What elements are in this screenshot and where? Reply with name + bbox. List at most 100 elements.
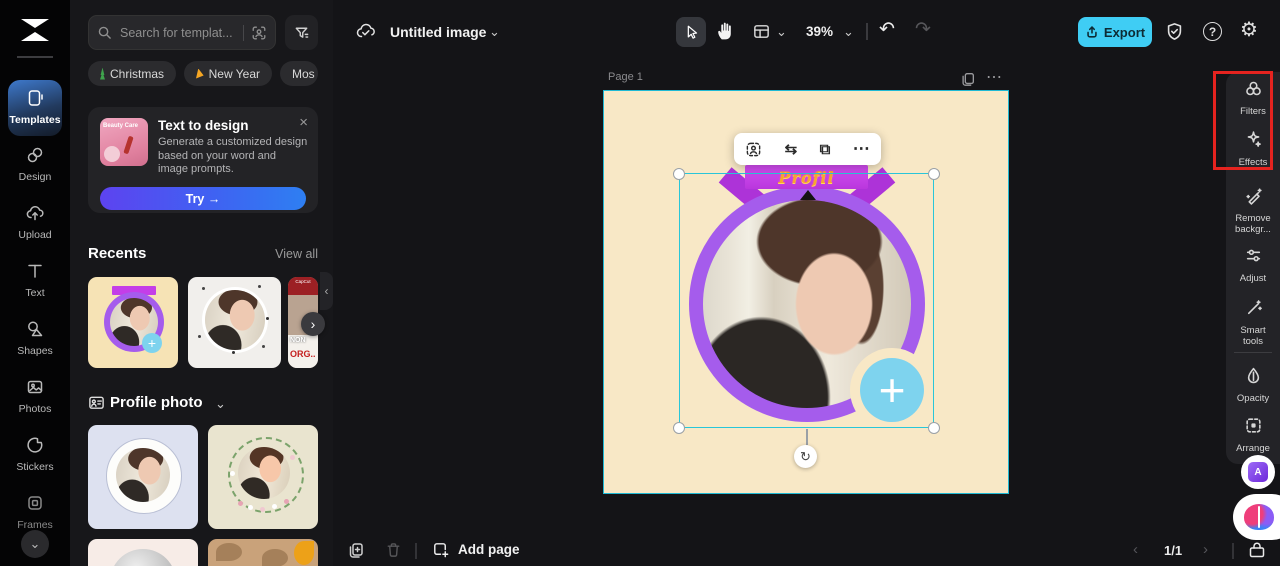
translate-badge[interactable]: A — [1241, 455, 1275, 489]
sidebar-item-label: Stickers — [16, 461, 54, 473]
crop-portrait-icon[interactable] — [745, 141, 762, 158]
selection-handle-nw[interactable] — [673, 168, 685, 180]
view-all-link[interactable]: View all — [275, 247, 318, 261]
selection-handle-ne[interactable] — [928, 168, 940, 180]
promo-description: Generate a customized design based on yo… — [158, 136, 308, 175]
funnel-icon — [295, 27, 309, 38]
sidebar-item-text[interactable]: Text — [0, 261, 70, 299]
replace-icon[interactable]: ⇆ — [785, 140, 798, 158]
duplicate-page-icon[interactable] — [960, 71, 976, 87]
publish-box-icon[interactable] — [1247, 540, 1267, 560]
add-page-icon — [434, 543, 449, 558]
chevron-down-icon[interactable]: ⌄ — [843, 24, 854, 40]
chevron-down-icon[interactable]: ⌄ — [489, 24, 500, 40]
templates-icon — [28, 90, 43, 106]
promo-thumb-label: Beauty Care — [103, 123, 139, 129]
tool-opacity[interactable]: Opacity — [1226, 366, 1280, 404]
selection-handle-se[interactable] — [928, 422, 940, 434]
search-icon — [98, 26, 111, 39]
try-button[interactable]: Try → — [100, 187, 306, 210]
search-box[interactable] — [88, 15, 276, 50]
bottom-divider — [415, 543, 417, 559]
chip-most[interactable]: Mos — [280, 61, 318, 86]
document-title[interactable]: Untitled image — [390, 24, 486, 40]
text-icon — [28, 264, 42, 278]
chevron-down-icon[interactable]: ⌄ — [776, 24, 787, 40]
settings-gear-icon[interactable]: ⚙ — [1240, 17, 1258, 42]
undo-icon[interactable]: ↶ — [879, 18, 895, 41]
add-page-button[interactable]: Add page — [431, 540, 520, 559]
recent-thumbnail-2[interactable] — [188, 277, 281, 368]
chip-new-year[interactable]: New Year — [184, 61, 272, 86]
question-glyph: ? — [1208, 24, 1217, 39]
leaf-decor — [216, 543, 242, 561]
recent-thumbnail-1[interactable]: + — [88, 277, 178, 368]
tool-remove-background[interactable]: Remove backgr... — [1226, 186, 1280, 235]
chevron-down-icon[interactable]: ⌄ — [215, 396, 226, 412]
profile-template-4[interactable] — [208, 539, 318, 566]
rail-expand-button[interactable]: ⌄ — [21, 530, 49, 558]
select-tool-button[interactable] — [676, 17, 706, 47]
translate-letter: A — [1254, 466, 1262, 478]
profile-template-2[interactable] — [208, 425, 318, 529]
tool-label: Opacity — [1236, 393, 1270, 404]
filter-button[interactable] — [285, 15, 318, 50]
page-more-icon[interactable]: ⋯ — [986, 67, 1002, 87]
duplicate-page-icon[interactable] — [347, 541, 365, 559]
sidebar-item-label: Templates — [9, 114, 61, 126]
more-icon[interactable]: ⋯ — [853, 139, 870, 159]
export-button[interactable]: Export — [1078, 17, 1152, 47]
sidebar-item-design[interactable]: Design — [0, 145, 70, 183]
layout-resize-icon[interactable] — [752, 22, 771, 41]
search-input[interactable] — [118, 24, 236, 41]
tool-smart-tools[interactable]: Smart tools — [1226, 298, 1280, 347]
adjust-sliders-icon — [1246, 249, 1260, 262]
sidebar-item-upload[interactable]: Upload — [0, 203, 70, 241]
trash-icon[interactable] — [385, 541, 402, 558]
page-label[interactable]: Page 1 — [608, 71, 643, 83]
chip-christmas[interactable]: Christmas — [88, 61, 176, 86]
duplicate-icon[interactable]: ⧉ — [820, 141, 831, 158]
rotate-handle[interactable]: ↻ — [794, 445, 817, 468]
editor-window: Templates Design Upload Text Shapes Phot… — [0, 0, 1280, 566]
selection-handle-sw[interactable] — [673, 422, 685, 434]
canvas-page[interactable]: Profil + ↻ ⇆ ⧉ ⋯ — [603, 90, 1009, 494]
thumb-watermark: CapCut — [288, 277, 318, 295]
selection-box[interactable] — [679, 173, 934, 428]
cloud-save-icon[interactable] — [355, 21, 377, 43]
sidebar-item-shapes[interactable]: Shapes — [0, 319, 70, 357]
page-prev-icon[interactable]: ‹ — [1133, 541, 1138, 558]
recents-scroll-right-button[interactable]: › — [301, 312, 325, 336]
mini-plus-icon: + — [142, 333, 162, 353]
close-icon[interactable]: × — [299, 114, 308, 131]
profile-template-3[interactable] — [88, 539, 198, 566]
sidebar-item-stickers[interactable]: Stickers — [0, 435, 70, 473]
image-search-icon[interactable] — [251, 25, 267, 41]
ai-assistant-button[interactable] — [1233, 494, 1280, 540]
help-icon[interactable]: ? — [1203, 22, 1222, 41]
sidebar-item-photos[interactable]: Photos — [0, 377, 70, 415]
page-counter: 1/1 — [1164, 543, 1183, 558]
profile-section-title[interactable]: Profile photo — [110, 394, 203, 411]
shield-check-icon[interactable] — [1165, 22, 1184, 41]
tool-adjust[interactable]: Adjust — [1226, 246, 1280, 284]
tool-arrange[interactable]: Arrange — [1226, 416, 1280, 454]
design-icon — [27, 147, 43, 163]
stickers-icon — [27, 437, 43, 453]
panel-collapse-handle[interactable]: ‹ — [320, 272, 333, 310]
tool-rail-divider — [1234, 352, 1272, 353]
tool-label: Adjust — [1239, 273, 1267, 284]
profile-template-1[interactable] — [88, 425, 198, 529]
thumb-text-line1: NON — [290, 337, 306, 344]
left-rail: Templates Design Upload Text Shapes Phot… — [0, 0, 70, 566]
mini-photo — [205, 290, 265, 350]
frames-icon — [28, 496, 42, 510]
templates-panel: Christmas New Year Mos Beauty Care Text … — [70, 0, 333, 566]
smart-tools-wand-icon — [1247, 300, 1262, 315]
hand-tool-icon[interactable] — [714, 19, 735, 42]
page-next-icon[interactable]: › — [1203, 541, 1208, 558]
redo-icon[interactable]: ↷ — [915, 18, 931, 41]
sidebar-item-frames[interactable]: Frames — [0, 493, 70, 531]
sidebar-item-templates[interactable]: Templates — [8, 80, 62, 136]
zoom-level[interactable]: 39% — [806, 24, 833, 39]
